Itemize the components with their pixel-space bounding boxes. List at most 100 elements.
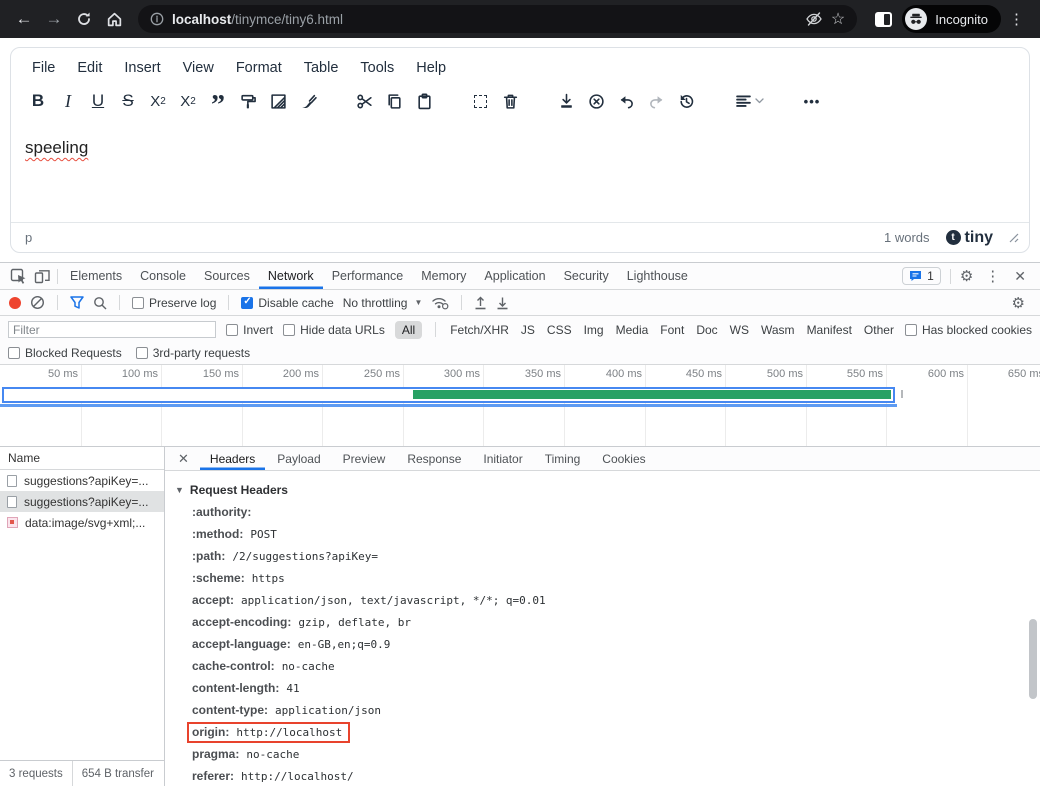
third-party-requests-option[interactable]: 3rd-party requests xyxy=(136,346,250,360)
redo-button[interactable] xyxy=(641,86,671,116)
filter-type-all[interactable]: All xyxy=(395,321,422,339)
tab-network[interactable]: Network xyxy=(259,263,323,289)
forward-icon[interactable]: → xyxy=(40,5,68,33)
request-row-3[interactable]: data:image/svg+xml;... xyxy=(0,512,164,533)
invert-option[interactable]: Invert xyxy=(226,323,273,337)
save-button[interactable] xyxy=(551,86,581,116)
filter-input[interactable] xyxy=(8,321,216,338)
eye-blocked-icon[interactable] xyxy=(805,10,823,28)
overview-selection-window[interactable] xyxy=(2,387,895,403)
throttling-dropdown[interactable]: No throttling ▼ xyxy=(343,296,423,310)
preserve-log-option[interactable]: Preserve log xyxy=(132,296,216,310)
misspelled-word[interactable]: speeling xyxy=(25,138,88,157)
tab-memory[interactable]: Memory xyxy=(412,263,475,289)
image-frame-button[interactable] xyxy=(263,86,293,116)
close-details-icon[interactable]: ✕ xyxy=(169,451,198,467)
menu-edit[interactable]: Edit xyxy=(68,56,111,80)
remove-button[interactable] xyxy=(495,86,525,116)
tab-preview[interactable]: Preview xyxy=(333,447,396,470)
filter-type-wasm[interactable]: Wasm xyxy=(760,321,796,339)
bold-button[interactable]: B xyxy=(23,86,53,116)
filter-type-other[interactable]: Other xyxy=(863,321,895,339)
blockquote-button[interactable]: ” xyxy=(203,86,233,116)
menu-help[interactable]: Help xyxy=(407,56,455,80)
record-network-log-icon[interactable] xyxy=(9,297,21,309)
filter-type-font[interactable]: Font xyxy=(659,321,685,339)
filter-type-ws[interactable]: WS xyxy=(729,321,750,339)
search-network-icon[interactable] xyxy=(93,296,107,310)
hide-data-urls-checkbox[interactable] xyxy=(283,324,295,336)
devtools-settings-icon[interactable]: ⚙ xyxy=(954,267,979,285)
address-bar[interactable]: localhost/tinymce/tiny6.html ☆ xyxy=(138,5,857,33)
site-info-icon[interactable] xyxy=(150,12,164,26)
filter-type-doc[interactable]: Doc xyxy=(695,321,718,339)
menu-format[interactable]: Format xyxy=(227,56,291,80)
tab-application[interactable]: Application xyxy=(475,263,554,289)
has-blocked-cookies-checkbox[interactable] xyxy=(905,324,917,336)
tab-headers[interactable]: Headers xyxy=(200,447,265,470)
reload-icon[interactable] xyxy=(70,5,98,33)
blocked-requests-checkbox[interactable] xyxy=(8,347,20,359)
devtools-close-icon[interactable]: ✕ xyxy=(1006,268,1034,285)
bookmark-star-icon[interactable]: ☆ xyxy=(831,9,845,29)
format-painter-button[interactable] xyxy=(233,86,263,116)
tab-lighthouse[interactable]: Lighthouse xyxy=(618,263,697,289)
restore-draft-button[interactable] xyxy=(671,86,701,116)
preserve-log-checkbox[interactable] xyxy=(132,297,144,309)
tab-performance[interactable]: Performance xyxy=(323,263,413,289)
blocked-requests-option[interactable]: Blocked Requests xyxy=(8,346,122,360)
network-conditions-icon[interactable] xyxy=(431,295,449,310)
filter-type-css[interactable]: CSS xyxy=(546,321,573,339)
undo-button[interactable] xyxy=(611,86,641,116)
subscript-button[interactable]: X2 xyxy=(143,86,173,116)
cancel-button[interactable] xyxy=(581,86,611,116)
editor-content-area[interactable]: speeling xyxy=(11,124,1029,222)
filter-type-img[interactable]: Img xyxy=(583,321,605,339)
disclosure-triangle-icon[interactable]: ▼ xyxy=(175,485,184,495)
brush-button[interactable] xyxy=(293,86,323,116)
align-dropdown-button[interactable] xyxy=(727,86,771,116)
paste-button[interactable] xyxy=(409,86,439,116)
strikethrough-button[interactable]: S xyxy=(113,86,143,116)
export-har-icon[interactable] xyxy=(496,296,509,310)
menu-file[interactable]: File xyxy=(23,56,64,80)
menu-table[interactable]: Table xyxy=(295,56,348,80)
tab-console[interactable]: Console xyxy=(131,263,195,289)
menu-tools[interactable]: Tools xyxy=(351,56,403,80)
third-party-requests-checkbox[interactable] xyxy=(136,347,148,359)
underline-button[interactable]: U xyxy=(83,86,113,116)
invert-checkbox[interactable] xyxy=(226,324,238,336)
request-row-1[interactable]: suggestions?apiKey=... xyxy=(0,470,164,491)
tab-sources[interactable]: Sources xyxy=(195,263,259,289)
hide-data-urls-option[interactable]: Hide data URLs xyxy=(283,323,385,337)
tab-initiator[interactable]: Initiator xyxy=(473,447,532,470)
inspect-element-icon[interactable] xyxy=(6,266,30,286)
tab-timing[interactable]: Timing xyxy=(535,447,591,470)
tiny-branding[interactable]: t tiny xyxy=(946,229,993,247)
filter-type-manifest[interactable]: Manifest xyxy=(806,321,853,339)
cut-button[interactable] xyxy=(349,86,379,116)
disable-cache-option[interactable]: Disable cache xyxy=(241,296,333,310)
scrollbar-thumb[interactable] xyxy=(1029,619,1037,699)
clear-network-log-icon[interactable] xyxy=(30,295,45,310)
network-settings-icon[interactable]: ⚙ xyxy=(1006,294,1031,312)
filter-type-fetch-xhr[interactable]: Fetch/XHR xyxy=(449,321,510,339)
select-all-button[interactable] xyxy=(465,86,495,116)
tab-cookies[interactable]: Cookies xyxy=(592,447,655,470)
back-icon[interactable]: ← xyxy=(10,5,38,33)
tab-payload[interactable]: Payload xyxy=(267,447,330,470)
browser-menu-icon[interactable]: ⋮ xyxy=(1003,10,1030,28)
network-overview-timeline[interactable]: 50 ms 100 ms 150 ms 200 ms 250 ms 300 ms… xyxy=(0,365,1040,447)
menu-view[interactable]: View xyxy=(174,56,223,80)
more-toolbar-button[interactable]: ••• xyxy=(797,86,827,116)
filter-type-js[interactable]: JS xyxy=(520,321,536,339)
request-list-column-header[interactable]: Name xyxy=(0,447,164,470)
request-headers-section[interactable]: ▼ Request Headers xyxy=(175,479,1026,501)
home-icon[interactable] xyxy=(100,5,128,33)
devtools-menu-icon[interactable]: ⋮ xyxy=(979,267,1006,285)
superscript-button[interactable]: X2 xyxy=(173,86,203,116)
copy-button[interactable] xyxy=(379,86,409,116)
issues-counter[interactable]: 1 xyxy=(902,267,941,285)
tab-response[interactable]: Response xyxy=(397,447,471,470)
import-har-icon[interactable] xyxy=(474,296,487,310)
